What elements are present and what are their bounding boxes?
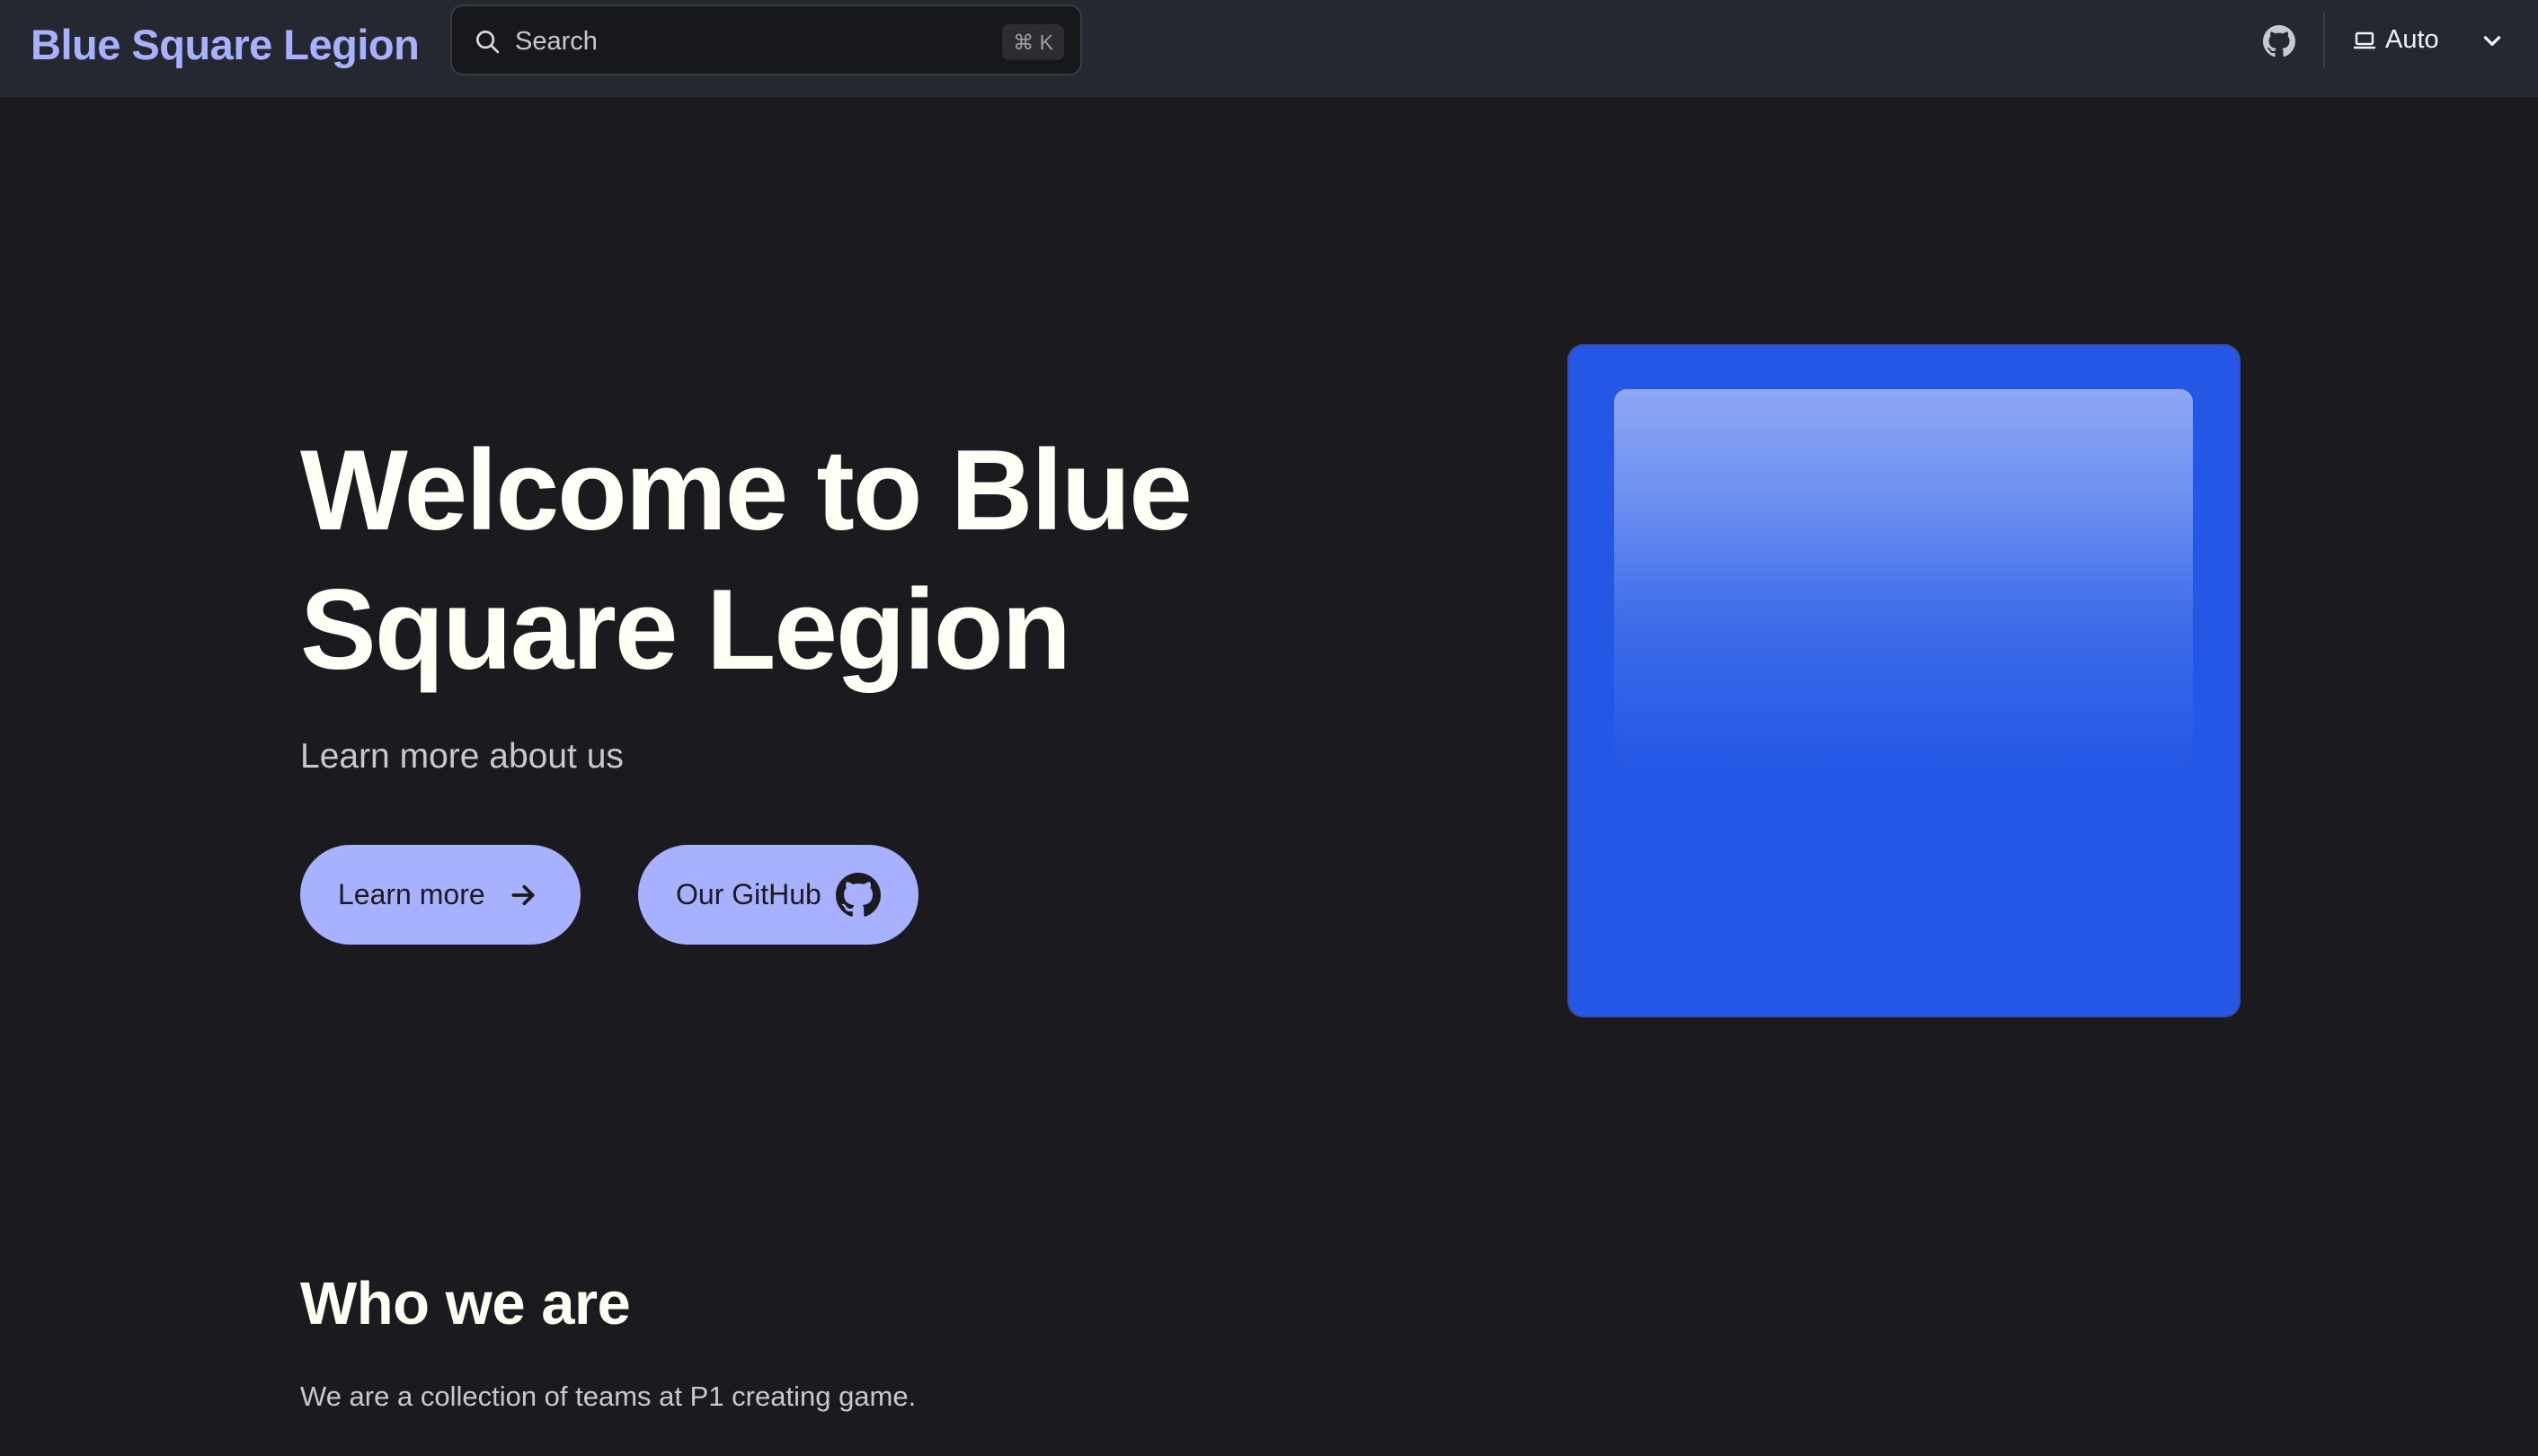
section-title: Who we are [300,1270,631,1337]
learn-more-label: Learn more [338,878,485,910]
hero-subtitle: Learn more about us [300,737,624,776]
arrow-right-icon [511,884,535,906]
search-icon [476,31,500,54]
section-text: We are a collection of teams at P1 creat… [300,1381,917,1412]
blue-square-image [1567,344,2241,1017]
theme-switcher[interactable]: Auto [2353,18,2515,65]
search-shortcut-badge: ⌘ K [1002,24,1064,60]
laptop-icon [2354,31,2375,49]
github-icon[interactable] [2263,25,2295,58]
chevron-down-icon [2483,36,2501,46]
theme-label: Auto [2385,25,2439,54]
our-github-button[interactable]: Our GitHub [638,845,918,945]
top-navbar: Blue Square Legion Search ⌘ K Auto [0,0,2538,97]
our-github-label: Our GitHub [676,878,821,910]
hero-title: Welcome to Blue Square Legion [300,426,1193,693]
search-placeholder: Search [515,27,598,56]
search-input[interactable]: Search ⌘ K [450,4,1082,75]
nav-divider [2323,13,2325,68]
site-title-link[interactable]: Blue Square Legion [31,18,420,72]
blue-square-highlight [1614,389,2193,767]
github-icon [836,873,881,917]
learn-more-button[interactable]: Learn more [300,845,581,945]
